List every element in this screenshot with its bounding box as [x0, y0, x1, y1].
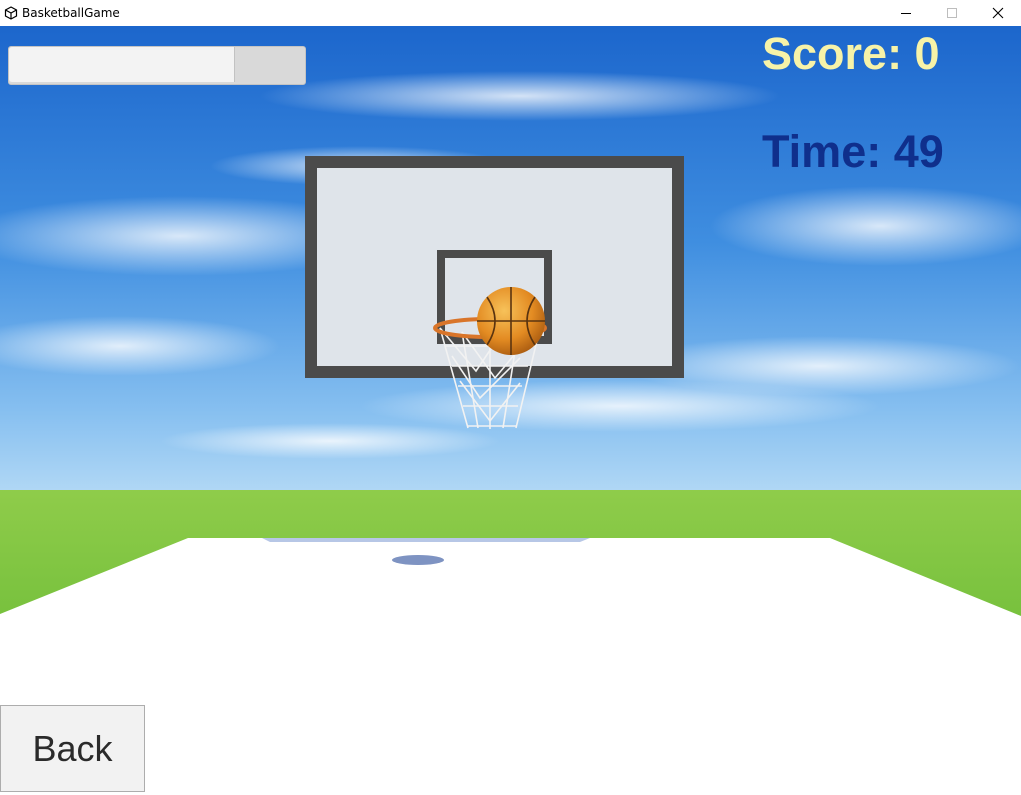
- back-button[interactable]: Back: [0, 705, 145, 792]
- score-label: Score: 0: [762, 28, 940, 79]
- close-icon: [992, 7, 1004, 19]
- window-controls: [883, 0, 1021, 26]
- game-viewport[interactable]: Score: 0 Time: 49 Back: [0, 26, 1021, 795]
- minimize-icon: [901, 13, 911, 14]
- minimize-button[interactable]: [883, 0, 929, 26]
- court-shadow-line: [262, 538, 590, 542]
- close-button[interactable]: [975, 0, 1021, 26]
- maximize-icon: [947, 8, 957, 18]
- unity-icon: [4, 6, 18, 20]
- time-label: Time: 49: [762, 126, 944, 177]
- ball-shadow: [392, 555, 444, 565]
- power-slider-fill: [9, 47, 235, 82]
- power-slider[interactable]: [8, 46, 306, 85]
- window-title: BasketballGame: [22, 6, 120, 20]
- basketball: [477, 287, 545, 355]
- maximize-button[interactable]: [929, 0, 975, 26]
- window-title-bar: BasketballGame: [0, 0, 1021, 26]
- court-floor: [0, 538, 1021, 795]
